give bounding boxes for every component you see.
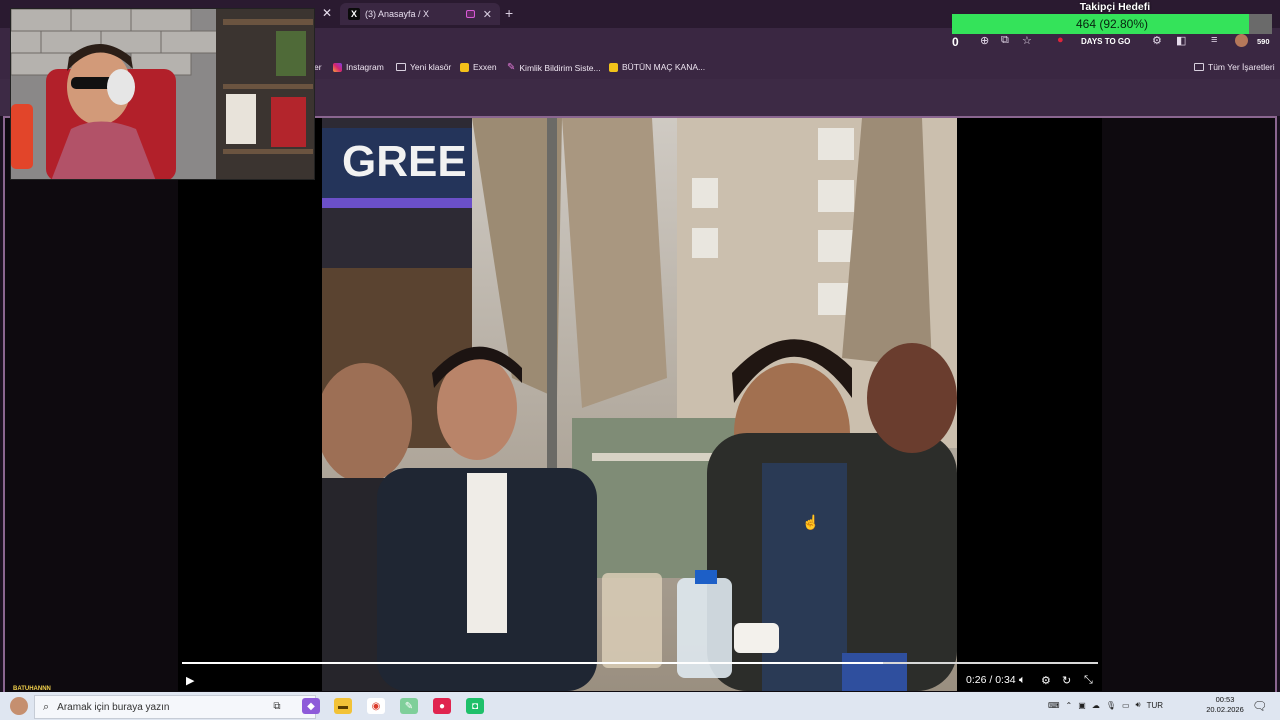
bookmark-cut-label[interactable]: er [314,62,322,72]
video-frame[interactable]: GREE [322,118,957,691]
extension-icon[interactable]: ⚙ [1152,34,1162,47]
app-icon[interactable]: ✎ [400,698,418,714]
volume-icon[interactable]: 🔈︎ [1019,674,1026,687]
bookmark-kimlik-bildirim[interactable]: ✎ Kimlik Bildirim Siste... [507,62,601,73]
bookmark-instagram[interactable]: Instagram [333,62,384,72]
speaker-icon[interactable]: 🔊︎ [1136,700,1141,710]
tab-media-icon[interactable] [465,10,475,18]
play-icon[interactable]: ▶ [186,674,194,687]
puzzle-icon[interactable]: ◧ [1176,34,1186,47]
new-tab-button[interactable]: + [505,5,513,21]
goal-counter: 0 [952,35,959,49]
reading-list-icon[interactable]: ≡ [1211,34,1217,46]
bookmark-exxen[interactable]: Exxen [460,62,497,72]
tab-title: (3) Anasayfa / X [365,9,430,19]
notification-icon[interactable]: 🗨︎ [1252,699,1267,713]
folder-icon [396,63,406,71]
star-icon[interactable]: ☆ [1022,34,1032,47]
tab-close-icon[interactable]: ✕ [322,6,332,20]
install-icon[interactable]: ⧉ [1001,34,1009,47]
search-icon: ⌕ [43,700,50,713]
video-progress-fill [182,662,883,664]
goal-title: Takipçi Hedefi [1079,1,1151,13]
cloud-icon[interactable]: ☁ [1092,701,1100,710]
bookmark-yeni-klasor[interactable]: Yeni klasör [396,62,451,72]
bookmark-all-bookmarks[interactable]: Tüm Yer İşaretleri [1194,62,1275,72]
tab-close-icon[interactable]: ✕ [483,8,492,21]
jp-icon [609,62,618,72]
x-logo-icon: X [348,8,360,20]
loop-icon[interactable]: ↻ [1062,674,1071,687]
device-icon[interactable]: ▣ [1078,701,1086,710]
video-time: 0:26 / 0:34 [966,674,1016,686]
svg-text:GREE: GREE [342,137,467,186]
exit-fullscreen-icon[interactable]: ⤡ [1084,674,1093,687]
video-frame-image: GREE [322,118,957,691]
bookmark-butun-mac[interactable]: BÜTÜN MAÇ KANA... [609,62,705,72]
copilot-icon[interactable]: ◆ [302,698,320,714]
mouse-cursor-icon: ☝ [802,514,820,530]
start-avatar[interactable] [10,697,28,715]
task-view-icon[interactable]: ⧉ [268,698,286,714]
exxen-icon [460,62,469,72]
webcam-image [11,9,314,179]
clock-time: 00:53 [1215,695,1235,704]
file-explorer-icon[interactable]: ▬ [334,698,352,714]
extension-count: 590 [1257,37,1270,46]
goal-text: 464 (92.80%) [1075,17,1149,31]
pen-icon: ✎ [507,62,516,73]
system-tray: ⌨ ⌃ ▣ ☁ 🎙︎ ▭ 🔊︎ TUR [1048,700,1163,710]
folder-icon [1194,63,1204,71]
profile-avatar[interactable] [1235,34,1248,47]
instagram-icon [333,62,342,72]
tab-x-home[interactable]: X (3) Anasayfa / X ✕ [340,3,500,25]
network-icon[interactable]: ▭ [1122,701,1130,710]
settings-icon[interactable]: ⚙ [1041,674,1051,687]
game-app-icon[interactable]: ◘ [466,698,484,714]
record-app-icon[interactable]: ● [433,698,451,714]
clock-date: 20.02.2026 [1206,705,1244,714]
webcam-overlay [10,8,315,180]
taskbar-clock[interactable]: 00:53 20.02.2026 [1200,695,1250,715]
keyboard-icon[interactable]: ⌨ [1048,701,1060,710]
chevron-up-icon[interactable]: ⌃ [1066,701,1073,710]
chrome-icon[interactable]: ◉ [367,698,385,714]
zoom-icon[interactable]: ⊕ [980,34,989,47]
microphone-icon[interactable]: 🎙︎ [1106,701,1116,710]
days-to-go-extension[interactable]: DAYS TO GO [1079,35,1133,48]
language-indicator[interactable]: TUR [1147,701,1163,710]
record-extension-icon[interactable]: ● [1057,34,1064,46]
